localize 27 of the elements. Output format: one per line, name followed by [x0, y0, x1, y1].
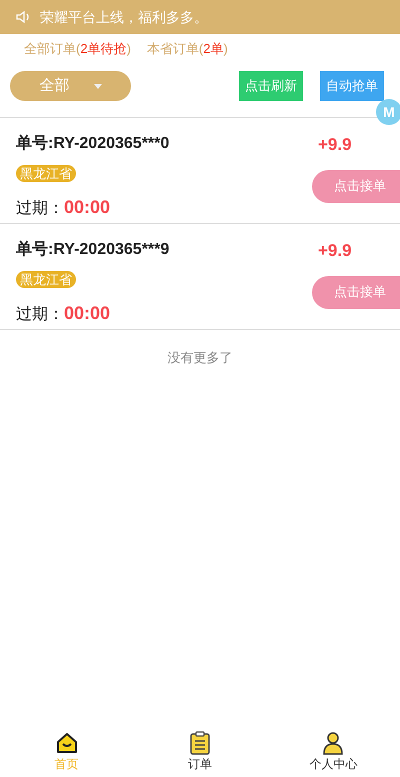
- province-tag: 黑龙江省: [16, 271, 76, 288]
- nav-tab[interactable]: 首页: [0, 726, 134, 773]
- person-icon: [322, 731, 344, 755]
- auto-grab-button[interactable]: 自动抢单: [320, 71, 384, 101]
- clipboard-icon: [188, 731, 211, 755]
- house-icon: [54, 731, 79, 755]
- filter-dropdown[interactable]: 全部: [10, 71, 131, 101]
- refresh-button[interactable]: 点击刷新: [239, 71, 303, 101]
- no-more-text: 没有更多了: [168, 349, 232, 367]
- order-tab[interactable]: 本省订单(2单): [146, 39, 228, 59]
- caret-icon: [94, 84, 102, 88]
- province-tag: 黑龙江省: [16, 165, 76, 182]
- float-badge[interactable]: M: [376, 99, 400, 125]
- expiry-label: 过期：: [16, 304, 64, 325]
- accept-order-button[interactable]: 点击接单: [312, 276, 400, 308]
- expiry-label: 过期：: [16, 198, 64, 219]
- order-tab[interactable]: 全部订单(2单待抢): [24, 39, 131, 59]
- nav-tab[interactable]: 个人中心: [266, 726, 400, 773]
- order-amount: +9.9: [318, 134, 352, 156]
- expiry-time: 00:00: [64, 196, 110, 219]
- expiry-time: 00:00: [64, 302, 110, 325]
- notice-text: 荣耀平台上线，福利多多。: [40, 8, 208, 26]
- order-amount: +9.9: [318, 240, 352, 262]
- order-number: 单号:RY-2020365***0: [16, 134, 170, 154]
- accept-order-button[interactable]: 点击接单: [312, 170, 400, 202]
- order-number: 单号:RY-2020365***9: [16, 240, 170, 260]
- nav-tab[interactable]: 订单: [133, 726, 267, 773]
